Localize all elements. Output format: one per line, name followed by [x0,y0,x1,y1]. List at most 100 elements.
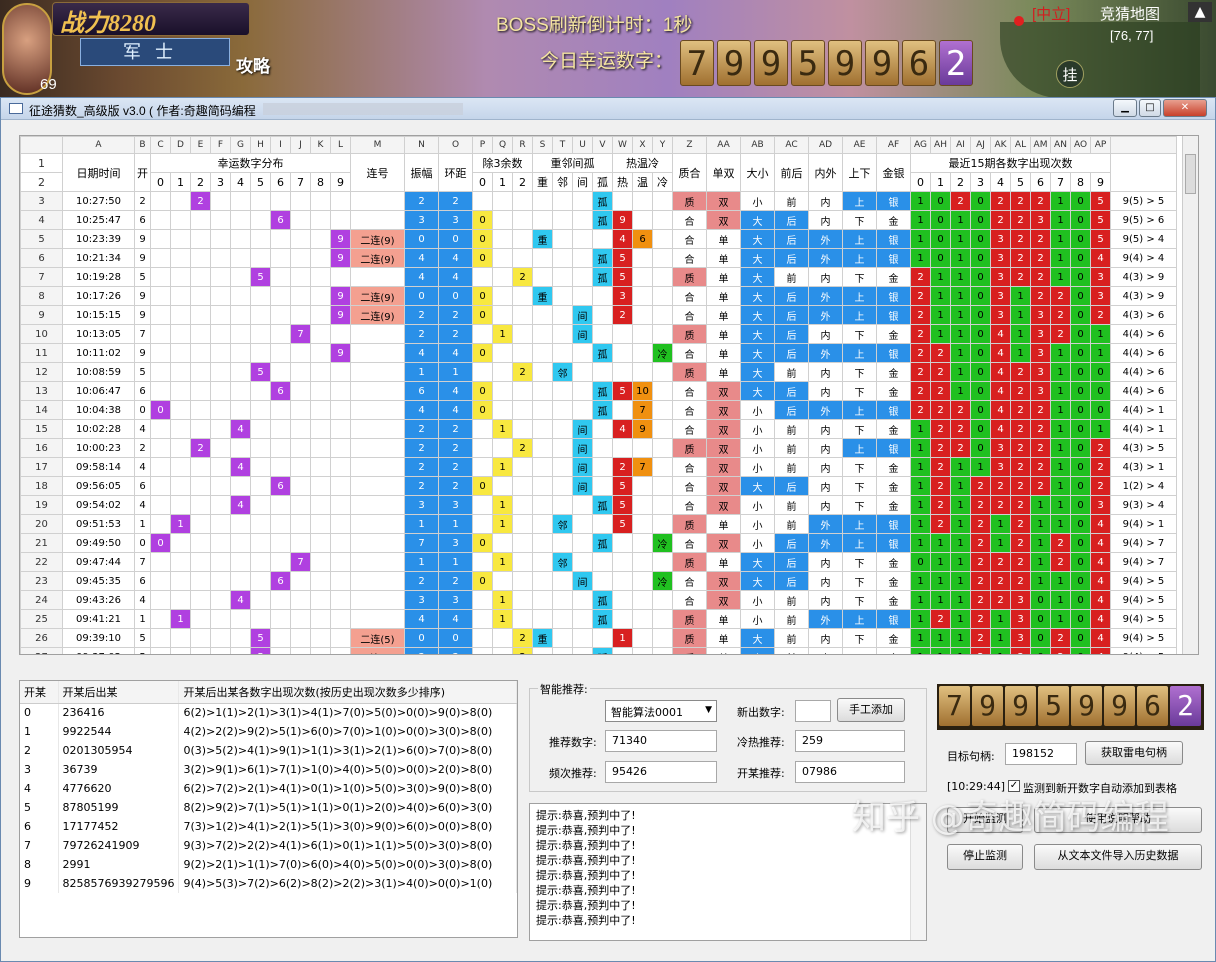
qh-cell[interactable]: 后 [774,324,809,344]
prediction-cell[interactable]: 9(4) > 7 [1110,552,1177,572]
mod3-cell[interactable]: 2 [512,647,533,654]
count-cell[interactable]: 0 [1070,305,1091,325]
dist-cell[interactable] [310,381,331,401]
dx-cell[interactable]: 大 [740,362,775,382]
count-cell[interactable]: 2 [930,457,951,477]
table-cell[interactable]: 8258576939279596 [58,874,180,893]
count-cell[interactable]: 1 [950,628,971,648]
minimap[interactable] [1000,22,1200,98]
dist-cell[interactable]: 4 [230,419,251,439]
cold-cell[interactable]: 冷 [652,571,673,591]
lian-cell[interactable] [350,590,405,610]
cl-cell[interactable] [592,286,613,306]
warm-cell[interactable]: 7 [632,400,653,420]
table-row[interactable]: 2709:37:0255二连(5)332孤质单大前内下金11121302049(… [20,647,1177,654]
dist-cell[interactable]: 2 [190,438,211,458]
qh-cell[interactable]: 后 [774,210,809,230]
zh-cell[interactable]: 合 [672,571,707,591]
open-cell[interactable]: 4 [134,590,151,610]
digit-header[interactable]: 4 [230,172,251,192]
count-cell[interactable]: 2 [1050,305,1071,325]
nw-cell[interactable]: 外 [808,286,843,306]
hot-cell[interactable] [612,438,633,458]
count-cell[interactable]: 2 [1030,229,1051,249]
dist-cell[interactable] [190,647,211,654]
cold-cell[interactable] [652,400,673,420]
dist-cell[interactable] [270,647,291,654]
nw-cell[interactable]: 内 [808,362,843,382]
cl-cell[interactable]: 孤 [592,533,613,553]
column-letter[interactable]: T [552,136,573,154]
dist-cell[interactable] [270,267,291,287]
digit-header[interactable]: 5 [1010,172,1031,192]
dist-cell[interactable] [250,210,271,230]
mod3-cell[interactable] [472,457,493,477]
sx-cell[interactable]: 上 [842,438,877,458]
jy-cell[interactable]: 金 [876,419,911,439]
count-cell[interactable]: 4 [990,343,1011,363]
zh-cell[interactable]: 合 [672,286,707,306]
cl-cell[interactable] [592,229,613,249]
mod3-cell[interactable] [512,533,533,553]
count-cell[interactable]: 2 [990,590,1011,610]
column-letter[interactable]: AN [1050,136,1071,154]
table-row[interactable]: 16 10:00:23 2 2 2 2 2 间质双小前内上银 1 2 2 0 3 2 2 1 0 2 4(3) > … [20,438,1177,458]
qh-cell[interactable]: 前 [774,590,809,610]
ds-cell[interactable]: 双 [706,571,741,591]
dist-cell[interactable]: 9 [330,248,351,268]
count-cell[interactable]: 2 [990,495,1011,515]
dist-cell[interactable] [230,514,251,534]
nw-cell[interactable]: 内 [808,647,843,654]
hot-cell[interactable]: 9 [612,210,633,230]
table-row[interactable]: 0 236416 6(2)>1(1)>2(1)>3(1)>4(1)>7(0)>5(0… [20,703,517,722]
row-number[interactable]: 5 [20,229,63,249]
sx-cell[interactable]: 下 [842,381,877,401]
col-header-rwl[interactable]: 热温冷 [612,153,673,173]
cl-cell[interactable] [592,457,613,477]
dist-cell[interactable] [170,324,191,344]
open-cell[interactable]: 4 [134,495,151,515]
table-cell[interactable]: 4 [20,779,59,798]
ds-cell[interactable]: 单 [706,248,741,268]
mod3-cell[interactable]: 2 [512,267,533,287]
open-cell[interactable]: 9 [134,248,151,268]
cl-cell[interactable] [572,590,593,610]
lian-cell[interactable] [350,267,405,287]
data-grid[interactable]: A B C D E F G H I J K L M N O P Q R S T U V W X Y Z AA AB AC AD AE AF AG… [19,135,1199,655]
dist-cell[interactable] [230,647,251,654]
cl-cell[interactable] [572,191,593,211]
cl-cell[interactable] [532,647,553,654]
cl-cell[interactable] [552,628,573,648]
count-cell[interactable]: 0 [1070,381,1091,401]
mod3-cell[interactable]: 0 [472,343,493,363]
dist-cell[interactable] [150,381,171,401]
column-letter[interactable]: C [150,136,171,154]
dist-cell[interactable] [170,305,191,325]
zh-cell[interactable]: 合 [672,229,707,249]
cl-cell[interactable] [552,571,573,591]
hj-cell[interactable]: 2 [438,476,473,496]
open-cell[interactable]: 6 [134,571,151,591]
prediction-cell[interactable]: 9(4) > 4 [1110,248,1177,268]
dist-cell[interactable] [330,552,351,572]
column-letter[interactable]: AF [876,136,911,154]
grid-cell[interactable] [20,136,63,154]
dist-cell[interactable] [150,590,171,610]
table-row[interactable]: 13 10:06:47 6 6 6 4 0 孤 5 10 合双大后内下金 2 2 1 0 4 2 3 1 0 0 4(4)… [20,381,1177,401]
dist-cell[interactable] [270,191,291,211]
row-number[interactable]: 3 [20,191,63,211]
cl-cell[interactable] [532,324,553,344]
dist-cell[interactable]: 5 [250,647,271,654]
warm-cell[interactable] [632,476,653,496]
dist-cell[interactable] [290,286,311,306]
mod3-cell[interactable] [512,476,533,496]
count-cell[interactable]: 3 [990,457,1011,477]
count-cell[interactable]: 1 [1050,495,1071,515]
dist-cell[interactable] [210,286,231,306]
log-line[interactable]: 提示:恭喜,预判中了! [530,898,926,913]
jy-cell[interactable]: 金 [876,457,911,477]
cl-cell[interactable] [572,210,593,230]
dist-cell[interactable]: 6 [270,210,291,230]
cl-cell[interactable] [552,533,573,553]
zf-cell[interactable]: 6 [404,381,439,401]
